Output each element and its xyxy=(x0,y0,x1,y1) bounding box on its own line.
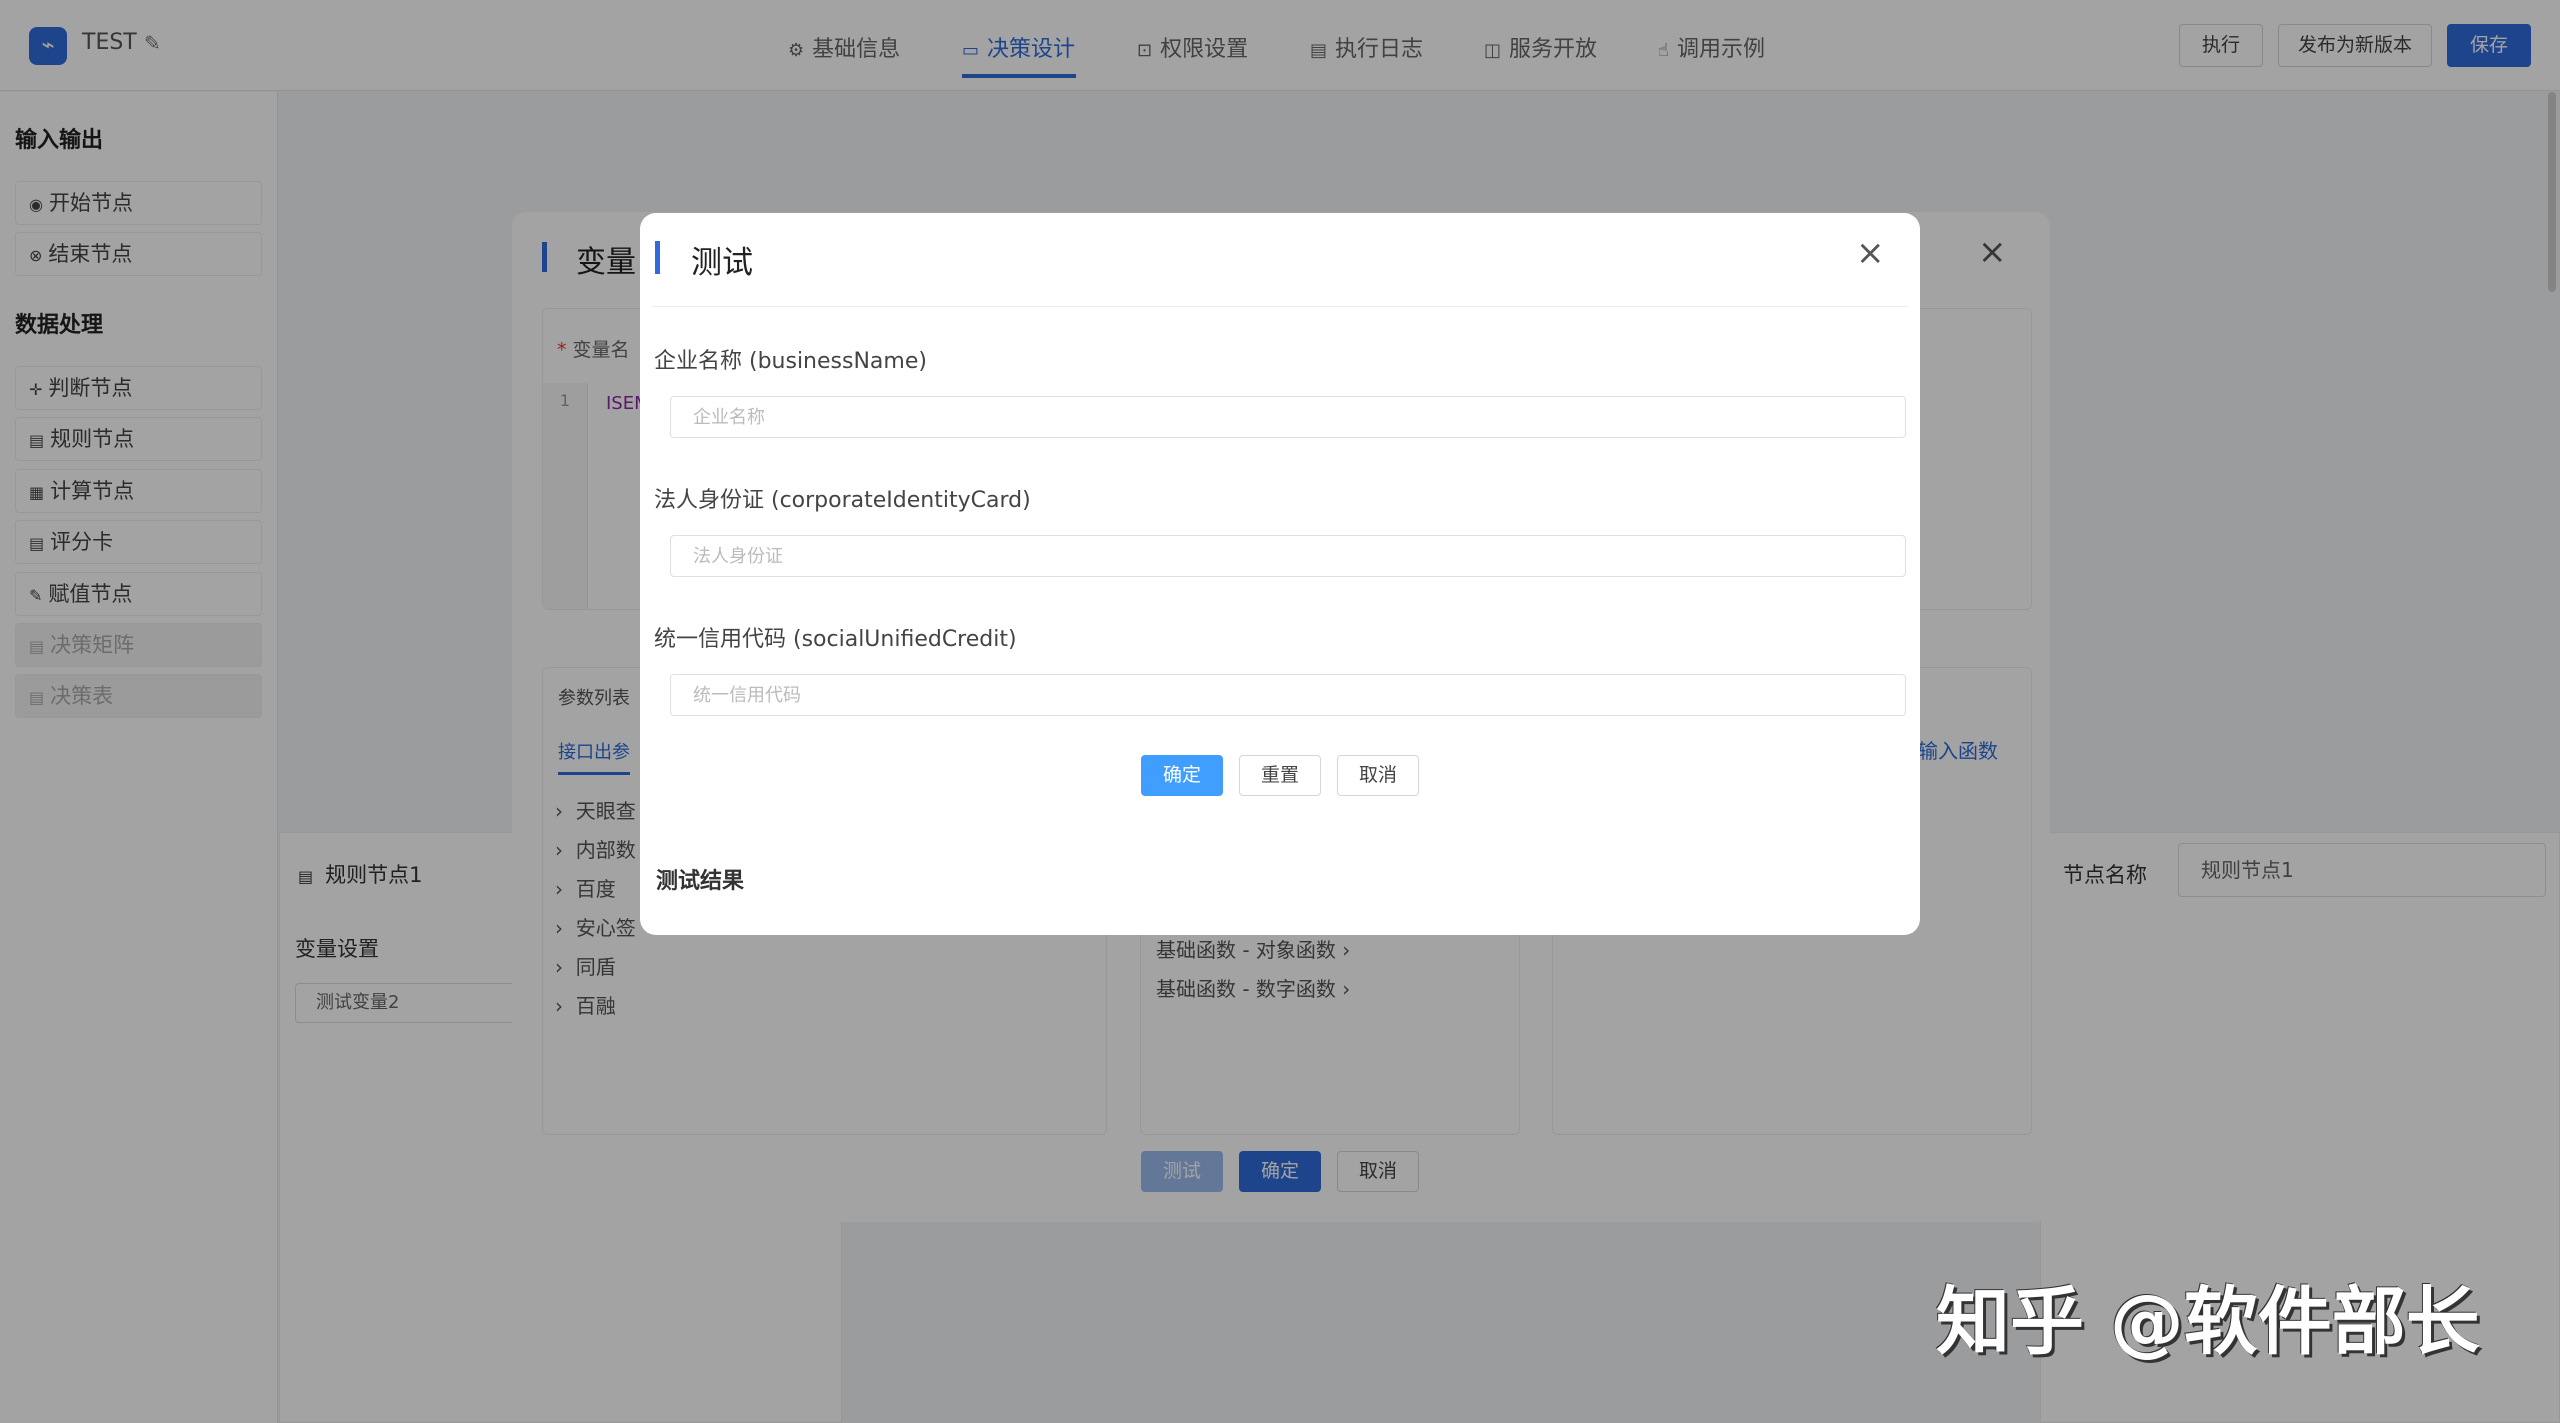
modal-title: 测试 xyxy=(691,245,753,281)
corporate-id-label: 法人身份证 (corporateIdentityCard) xyxy=(654,488,1031,513)
cancel-button[interactable]: 取消 xyxy=(1337,755,1419,796)
reset-button[interactable]: 重置 xyxy=(1239,755,1321,796)
test-result-heading: 测试结果 xyxy=(656,869,745,894)
corporate-id-input[interactable] xyxy=(670,535,1906,577)
confirm-button[interactable]: 确定 xyxy=(1141,755,1223,796)
social-credit-label: 统一信用代码 (socialUnifiedCredit) xyxy=(654,627,1017,652)
close-icon[interactable]: × xyxy=(1856,233,1885,273)
social-credit-input[interactable] xyxy=(670,674,1906,716)
test-modal: 测试 × 企业名称 (businessName) 法人身份证 (corporat… xyxy=(640,213,1920,935)
divider xyxy=(652,306,1908,307)
watermark: 知乎 @软件部长 xyxy=(1936,1279,2480,1365)
business-name-input[interactable] xyxy=(670,396,1906,438)
business-name-label: 企业名称 (businessName) xyxy=(654,349,927,374)
title-accent-bar xyxy=(655,241,660,274)
